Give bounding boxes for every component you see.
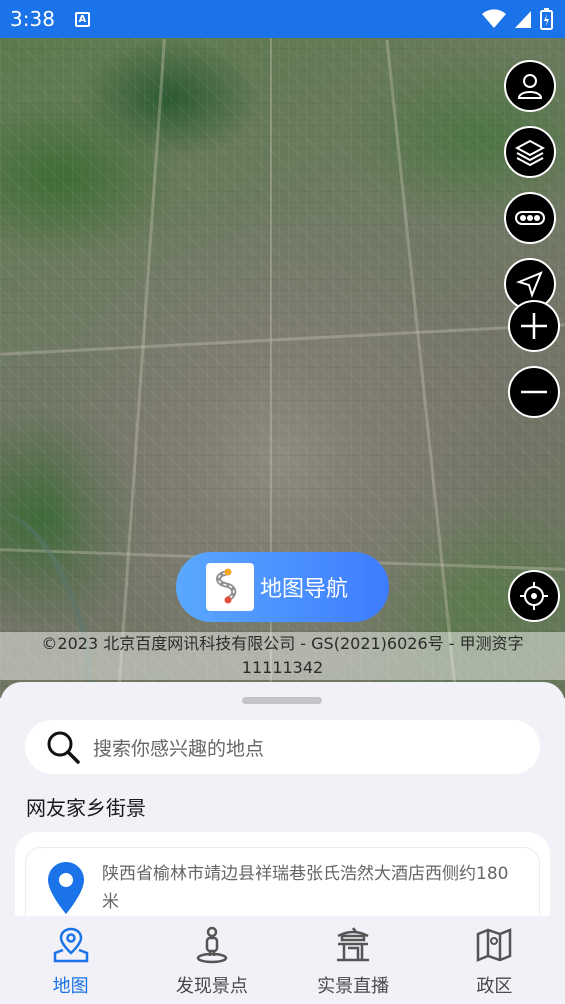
map-navigation-label: 地图导航	[260, 577, 349, 602]
nav-label: 发现景点	[175, 976, 248, 997]
user-button[interactable]	[504, 60, 556, 112]
status-time: 3:38	[10, 7, 55, 31]
location-pin-icon	[48, 862, 84, 914]
pavilion-icon	[337, 927, 370, 962]
traffic-button[interactable]	[504, 192, 556, 244]
traffic-icon	[515, 211, 545, 225]
search-placeholder: 搜索你感兴趣的地点	[93, 737, 265, 760]
compass-icon	[516, 271, 543, 298]
route-icon	[206, 563, 254, 611]
layers-button[interactable]	[504, 126, 556, 178]
copyright-line-1: ©2023 北京百度网讯科技有限公司 - GS(2021)6026号 - 甲测资…	[41, 634, 524, 653]
zoom-out-button[interactable]	[508, 366, 560, 418]
zoom-out-icon	[521, 390, 547, 394]
bottom-sheet: 搜索你感兴趣的地点 网友家乡街景 陕西省榆林市靖边县祥瑞巷张氏浩然大酒店西侧约1…	[0, 682, 565, 952]
user-icon	[517, 74, 543, 99]
street-view-address: 陕西省榆林市靖边县祥瑞巷张氏浩然大酒店西侧约180米	[102, 864, 509, 912]
signal-icon	[515, 11, 531, 28]
zoom-in-icon	[521, 313, 547, 339]
status-bar: 3:38 A	[0, 0, 565, 38]
nav-discover[interactable]: 发现景点	[141, 916, 282, 1004]
locate-icon	[520, 582, 548, 610]
nav-label: 政区	[476, 976, 513, 997]
nav-map[interactable]: 地图	[0, 916, 141, 1004]
battery-icon	[540, 8, 553, 30]
layers-icon	[515, 139, 545, 167]
drag-handle[interactable]	[242, 697, 322, 704]
search-icon	[47, 731, 80, 764]
nav-label: 实景直播	[317, 976, 390, 997]
wifi-icon	[482, 9, 506, 28]
map-pin-icon	[53, 927, 88, 963]
copyright-line-2: 11111342	[241, 658, 324, 677]
nav-live[interactable]: 实景直播	[283, 916, 424, 1004]
nav-region[interactable]: 政区	[424, 916, 565, 1004]
search-input[interactable]: 搜索你感兴趣的地点	[25, 720, 540, 774]
locate-button[interactable]	[508, 570, 560, 622]
person-icon	[196, 926, 228, 964]
region-map-icon	[477, 928, 512, 962]
nav-label: 地图	[52, 976, 89, 997]
notification-icon: A	[74, 11, 90, 27]
map-navigation-button[interactable]: 地图导航	[176, 552, 389, 622]
map-copyright: ©2023 北京百度网讯科技有限公司 - GS(2021)6026号 - 甲测资…	[0, 632, 565, 680]
bottom-navigation: 地图 发现景点 实景直播 政区	[0, 916, 565, 1004]
section-title: 网友家乡街景	[26, 796, 146, 820]
zoom-in-button[interactable]	[508, 300, 560, 352]
status-icons	[482, 8, 553, 30]
